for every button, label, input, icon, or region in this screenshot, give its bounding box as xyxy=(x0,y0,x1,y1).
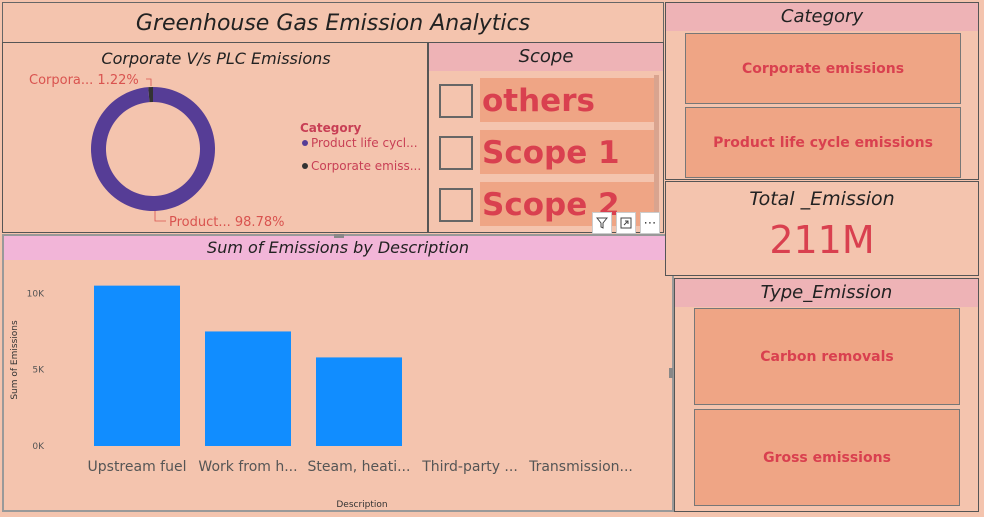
type-option-gross-emissions[interactable]: Gross emissions xyxy=(694,409,960,506)
resize-handle-right[interactable] xyxy=(669,368,673,378)
y-tick-label: 5K xyxy=(32,366,45,376)
resize-handle-top[interactable] xyxy=(334,234,344,238)
y-tick-label: 10K xyxy=(27,289,45,299)
total-emission-value: 211M xyxy=(769,218,875,262)
donut-chart-visual[interactable]: Corporate V/s PLC Emissions Corpora... 1… xyxy=(2,42,428,233)
type-emission-slicer-title: Type_Emission xyxy=(675,279,978,307)
legend-marker xyxy=(302,140,308,146)
category-option-product-life-cycle-emissions[interactable]: Product life cycle emissions xyxy=(685,107,961,178)
x-category-label: Work from h... xyxy=(198,459,297,475)
type-emission-slicer: Type_Emission Carbon removals Gross emis… xyxy=(674,278,979,512)
leader-line xyxy=(146,78,152,86)
scope-option-label[interactable]: Scope 1 xyxy=(480,130,655,174)
bar[interactable] xyxy=(205,331,291,446)
y-tick-label: 0K xyxy=(32,442,45,452)
bar[interactable] xyxy=(94,285,180,446)
donut-chart-title: Corporate V/s PLC Emissions xyxy=(101,49,330,68)
bar-chart-visual[interactable]: Sum of Emissions by Description Sum of E… xyxy=(2,234,674,512)
x-category-label: Upstream fuel xyxy=(88,459,187,475)
data-label-product-life-cycle: Product... 98.78% xyxy=(169,215,284,230)
donut-slice-product-life-cycle[interactable] xyxy=(91,87,215,211)
filter-icon[interactable] xyxy=(592,212,612,234)
category-option-corporate-emissions[interactable]: Corporate emissions xyxy=(685,33,961,104)
category-slicer-title: Category xyxy=(666,3,978,31)
legend-item[interactable]: Product life cycl... xyxy=(311,136,418,150)
bar-chart: Sum of Emissions 0K 5K 10K Upstream fuel Work… xyxy=(10,285,633,510)
legend-marker xyxy=(302,163,308,169)
type-option-carbon-removals[interactable]: Carbon removals xyxy=(694,308,960,405)
x-category-label: Steam, heati... xyxy=(308,459,411,475)
visual-header-toolbar: ⋯ xyxy=(592,212,660,234)
x-axis-title: Description xyxy=(336,500,387,510)
legend-item[interactable]: Corporate emiss... xyxy=(311,159,421,173)
checkbox[interactable] xyxy=(439,136,473,170)
focus-mode-icon[interactable] xyxy=(616,212,636,234)
dashboard-title: Greenhouse Gas Emission Analytics xyxy=(135,11,531,36)
x-category-label: Transmission... xyxy=(528,459,633,475)
category-slicer: Category Corporate emissions Product lif… xyxy=(665,2,979,180)
y-axis-title: Sum of Emissions xyxy=(10,320,20,400)
legend-title: Category xyxy=(300,121,362,135)
scope-option-label[interactable]: others xyxy=(480,78,655,122)
scope-option-scope-1[interactable]: Scope 1 xyxy=(439,130,659,174)
scope-slicer-title: Scope xyxy=(429,43,663,71)
total-emission-card: Total _Emission 211M xyxy=(665,181,979,276)
checkbox[interactable] xyxy=(439,188,473,222)
scope-option-others[interactable]: others xyxy=(439,78,659,122)
donut-chart: Corporate V/s PLC Emissions Corpora... 1… xyxy=(29,49,421,230)
total-emission-title: Total _Emission xyxy=(749,188,895,210)
checkbox[interactable] xyxy=(439,84,473,118)
bar-chart-title: Sum of Emissions by Description xyxy=(4,236,672,260)
data-label-corporate: Corpora... 1.22% xyxy=(29,73,139,88)
dashboard-header: Greenhouse Gas Emission Analytics xyxy=(2,2,664,43)
scope-slicer: Scope others Scope 1 Scope 2 xyxy=(428,42,664,233)
leader-line xyxy=(154,211,166,222)
bar[interactable] xyxy=(316,357,402,446)
x-category-label: Third-party ... xyxy=(421,459,518,475)
scope-scrollbar[interactable] xyxy=(654,75,659,225)
more-options-icon[interactable]: ⋯ xyxy=(640,212,660,234)
